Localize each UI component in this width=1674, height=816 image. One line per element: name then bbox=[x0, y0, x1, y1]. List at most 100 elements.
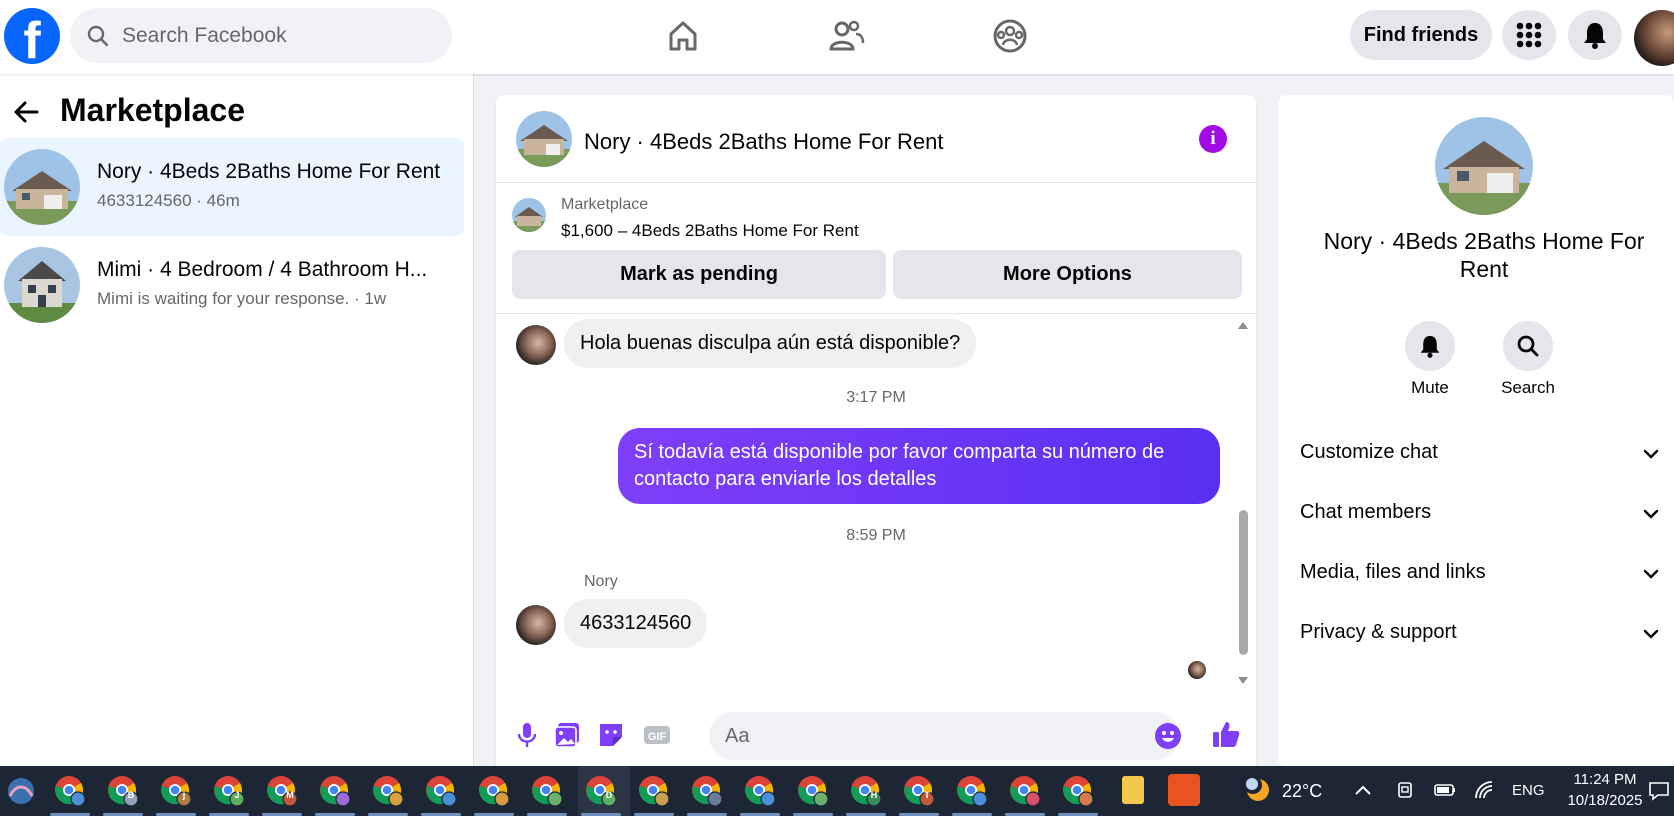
chrome-profile-icon[interactable] bbox=[477, 774, 511, 808]
chat-window: Nory · 4Beds 2Baths Home For Rent i Mark… bbox=[496, 95, 1256, 766]
scrollbar[interactable] bbox=[1236, 320, 1250, 690]
scroll-up-icon[interactable] bbox=[1237, 320, 1249, 330]
message-timestamp: 3:17 PM bbox=[846, 389, 906, 406]
conversation-preview: Mimi is waiting for your response. · 1w bbox=[97, 289, 387, 308]
photo-icon[interactable] bbox=[552, 720, 582, 750]
mark-as-pending-button[interactable]: Mark as pending bbox=[512, 250, 886, 299]
reader-app-icon[interactable] bbox=[1168, 774, 1200, 806]
search-icon bbox=[87, 25, 109, 46]
profile-letter: D bbox=[605, 790, 613, 800]
info-icon[interactable]: i bbox=[1199, 125, 1227, 153]
like-thumb-icon[interactable] bbox=[1210, 718, 1242, 750]
start-app-icon[interactable] bbox=[4, 774, 38, 808]
weather-moon-icon[interactable] bbox=[1242, 774, 1272, 804]
privacy-support-section[interactable]: Privacy & support bbox=[1300, 621, 1660, 644]
emoji-icon[interactable] bbox=[1154, 722, 1182, 750]
weather-temp[interactable]: 22°C bbox=[1282, 781, 1322, 802]
file-explorer-icon[interactable] bbox=[1122, 776, 1144, 804]
chat-details-avatar bbox=[1435, 117, 1533, 215]
search-input[interactable]: Search Facebook bbox=[122, 24, 287, 48]
chrome-profile-icon[interactable] bbox=[318, 774, 352, 808]
notifications-bell-icon[interactable] bbox=[1568, 10, 1622, 60]
profile-letter: B bbox=[127, 790, 135, 800]
sender-avatar bbox=[516, 605, 556, 645]
search-icon bbox=[1517, 335, 1539, 357]
media-files-links-section[interactable]: Media, files and links bbox=[1300, 561, 1660, 584]
listing-thumbnail[interactable] bbox=[512, 198, 546, 232]
search-bar[interactable]: Search Facebook bbox=[70, 8, 452, 63]
clock-date[interactable]: 10/18/2025 bbox=[1552, 792, 1658, 809]
clock-time[interactable]: 11:24 PM bbox=[1560, 771, 1650, 788]
more-options-button[interactable]: More Options bbox=[893, 250, 1242, 299]
chrome-profile-icon[interactable] bbox=[743, 774, 777, 808]
menu-grid-icon[interactable] bbox=[1502, 10, 1556, 60]
language-indicator[interactable]: ENG bbox=[1512, 782, 1545, 799]
section-label: Chat members bbox=[1300, 501, 1432, 523]
customize-chat-section[interactable]: Customize chat bbox=[1300, 441, 1660, 464]
message-composer: GIF Aa bbox=[496, 706, 1256, 766]
chrome-profile-icon[interactable] bbox=[1008, 774, 1042, 808]
conversation-preview: 4633124560 · 46m bbox=[97, 191, 240, 210]
read-receipt-avatar bbox=[1188, 661, 1206, 679]
listing-source-label: Marketplace bbox=[561, 196, 649, 213]
chevron-down-icon bbox=[1643, 629, 1659, 639]
incoming-message: Hola buenas disculpa aún está disponible… bbox=[564, 319, 977, 368]
wifi-icon[interactable] bbox=[1474, 780, 1496, 800]
svg-text:GIF: GIF bbox=[648, 731, 667, 743]
chevron-up-icon[interactable] bbox=[1354, 784, 1372, 796]
message-input[interactable]: Aa bbox=[709, 712, 1179, 760]
mute-button[interactable]: Mute bbox=[1390, 321, 1470, 398]
message-timestamp: 8:59 PM bbox=[846, 527, 906, 544]
chat-avatar[interactable] bbox=[516, 111, 572, 167]
gif-icon[interactable]: GIF bbox=[642, 720, 672, 750]
profile-letter: M bbox=[286, 790, 294, 800]
chrome-profile-icon[interactable] bbox=[1061, 774, 1095, 808]
sender-avatar bbox=[516, 325, 556, 365]
battery-icon[interactable] bbox=[1434, 782, 1456, 798]
page-title: Marketplace bbox=[60, 92, 245, 128]
meet-icon[interactable] bbox=[1396, 780, 1414, 800]
sender-name: Nory bbox=[584, 573, 618, 590]
mute-label: Mute bbox=[1411, 378, 1449, 397]
section-label: Media, files and links bbox=[1300, 561, 1486, 583]
house-thumbnail bbox=[4, 149, 80, 225]
chrome-profile-icon[interactable] bbox=[637, 774, 671, 808]
conversation-item[interactable]: Nory · 4Beds 2Baths Home For Rent 463312… bbox=[0, 138, 464, 236]
scrollbar-thumb[interactable] bbox=[1239, 510, 1248, 655]
groups-icon[interactable] bbox=[990, 16, 1030, 56]
chrome-profile-icon[interactable] bbox=[53, 774, 87, 808]
profile-letter: H bbox=[870, 790, 878, 800]
bell-icon bbox=[1420, 335, 1440, 358]
find-friends-button[interactable]: Find friends bbox=[1350, 10, 1492, 60]
chat-details-title: Nory · 4Beds 2Baths Home For Rent bbox=[1323, 228, 1645, 282]
home-icon[interactable] bbox=[663, 16, 703, 56]
marketplace-inbox-panel: Marketplace Nory · 4Beds 2Baths Home For… bbox=[0, 74, 474, 766]
chrome-profile-icon[interactable] bbox=[424, 774, 458, 808]
chat-members-section[interactable]: Chat members bbox=[1300, 501, 1660, 524]
notification-center-icon[interactable] bbox=[1648, 780, 1670, 802]
sticker-icon[interactable] bbox=[596, 720, 626, 750]
chat-header: Nory · 4Beds 2Baths Home For Rent i bbox=[496, 95, 1256, 183]
profile-letter: j bbox=[182, 790, 186, 800]
outgoing-message: Sí todavía está disponible por favor com… bbox=[618, 428, 1220, 504]
profile-letter: T bbox=[924, 790, 930, 800]
chrome-profile-icon[interactable] bbox=[690, 774, 724, 808]
top-navigation-bar: f Search Facebook Find friends bbox=[0, 0, 1674, 74]
chrome-profile-icon[interactable] bbox=[530, 774, 564, 808]
incoming-message: 4633124560 bbox=[564, 599, 708, 648]
chat-title[interactable]: Nory · 4Beds 2Baths Home For Rent bbox=[584, 129, 943, 155]
profile-avatar[interactable] bbox=[1634, 10, 1674, 66]
message-list: Hola buenas disculpa aún está disponible… bbox=[496, 315, 1256, 695]
back-arrow-icon[interactable] bbox=[12, 98, 40, 126]
chrome-profile-icon[interactable] bbox=[371, 774, 405, 808]
search-conversation-button[interactable]: Search bbox=[1488, 321, 1568, 398]
conversation-item[interactable]: Mimi · 4 Bedroom / 4 Bathroom H... Mimi … bbox=[0, 236, 464, 334]
listing-price[interactable]: $1,600 – 4Beds 2Baths Home For Rent bbox=[561, 221, 859, 241]
chrome-profile-icon[interactable] bbox=[796, 774, 830, 808]
microphone-icon[interactable] bbox=[512, 720, 542, 750]
facebook-logo-icon[interactable]: f bbox=[4, 8, 60, 64]
friends-icon[interactable] bbox=[826, 16, 866, 56]
scroll-down-icon[interactable] bbox=[1237, 676, 1249, 686]
chrome-profile-icon[interactable] bbox=[955, 774, 989, 808]
conversation-name: Nory · 4Beds 2Baths Home For Rent bbox=[97, 160, 441, 183]
